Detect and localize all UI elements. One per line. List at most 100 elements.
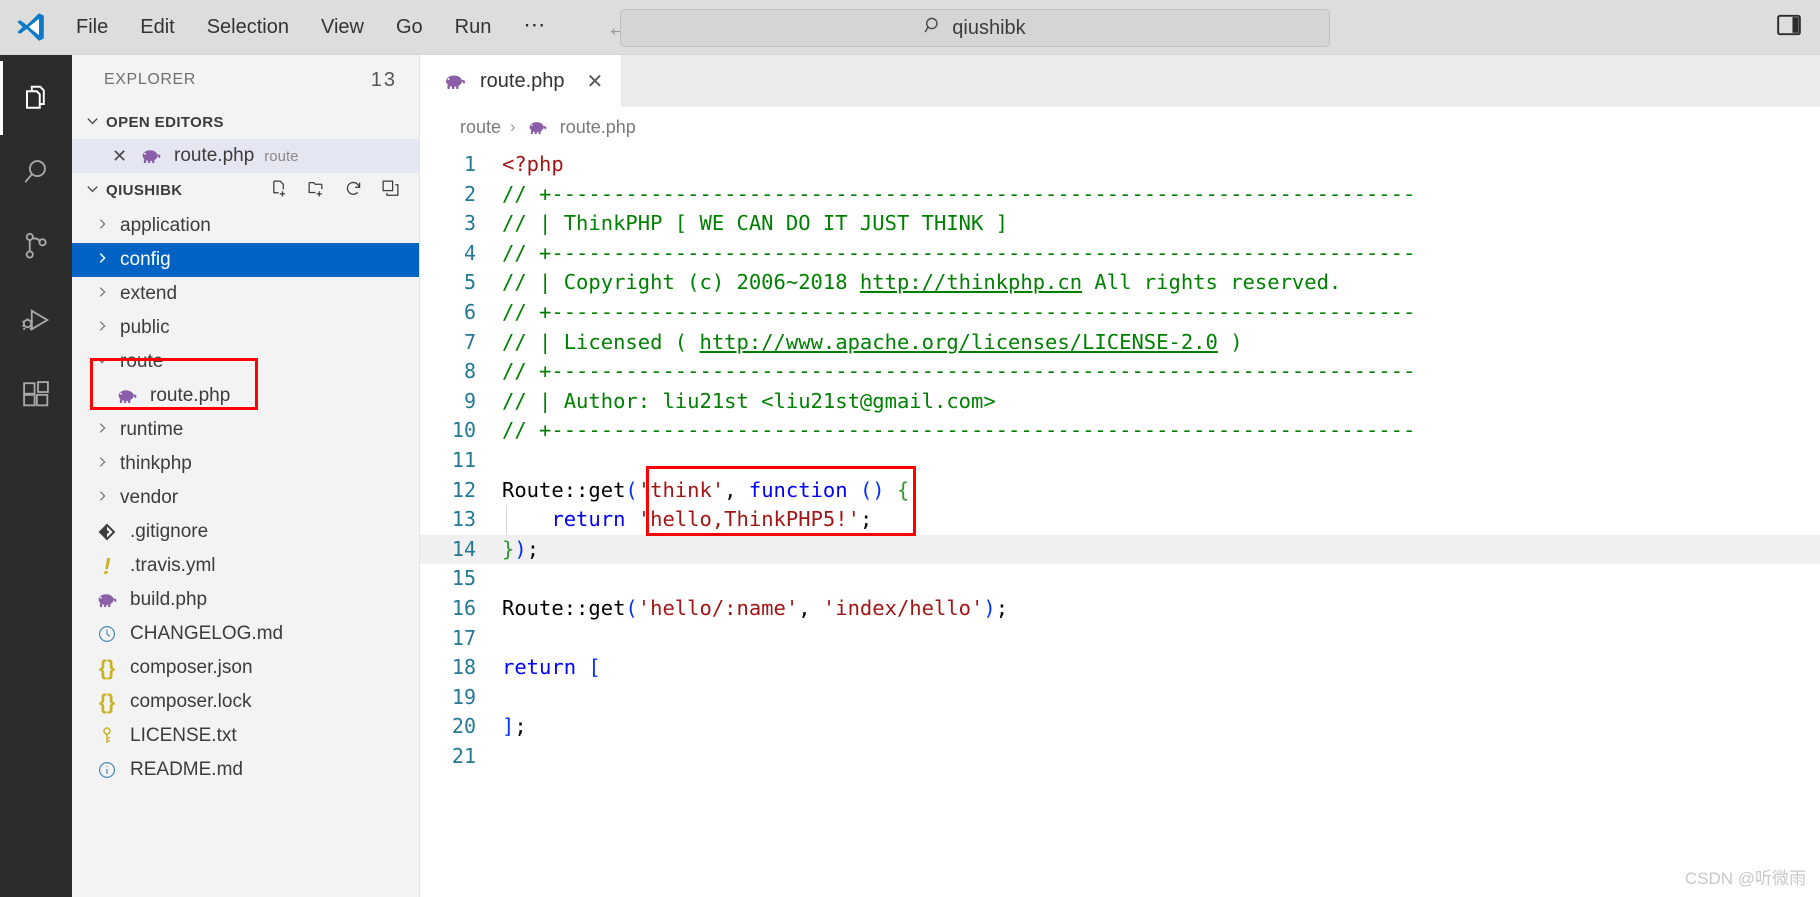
tree-item-public[interactable]: public (72, 311, 419, 345)
code-line[interactable]: 20]; (420, 712, 1820, 742)
tree-item-gitignore[interactable]: .gitignore (72, 515, 419, 549)
tree-item-license-txt[interactable]: LICENSE.txt (72, 719, 419, 753)
breadcrumb-folder[interactable]: route (460, 117, 501, 138)
token-cmt: // +------------------------------------… (502, 359, 1416, 384)
code-line[interactable]: 3 // | ThinkPHP [ WE CAN DO IT JUST THINK… (420, 209, 1820, 239)
open-editors-section-header[interactable]: OPEN EDITORS (72, 105, 419, 139)
token-pnc (848, 478, 860, 502)
activity-item-explorer[interactable] (0, 61, 72, 135)
token-kw: return (551, 507, 626, 532)
code-line[interactable]: 10 // +----------------------------------… (420, 416, 1820, 446)
menu-selection[interactable]: Selection (191, 11, 305, 44)
new-file-icon[interactable] (269, 178, 290, 203)
line-number: 13 (451, 507, 476, 532)
code-line[interactable]: 1 <?php (420, 150, 1820, 180)
ellipsis-icon[interactable]: 13 (371, 69, 397, 92)
code-line[interactable]: 17 (420, 624, 1820, 654)
menu-more[interactable]: ⋯ (507, 12, 563, 43)
tree-item-route-php[interactable]: route.php (72, 379, 419, 413)
code-line[interactable]: 5 // | Copyright (c) 2006~2018 http://thi… (420, 268, 1820, 298)
workspace-section-header[interactable]: QIUSHIBK (72, 173, 419, 207)
watermark: CSDN @听微雨 (1684, 869, 1806, 888)
tree-item-vendor[interactable]: vendor (72, 481, 419, 515)
explorer-sidebar: EXPLORER 13 OPEN EDITORS ✕ route.php rou… (72, 55, 420, 897)
tree-item-runtime[interactable]: runtime (72, 413, 419, 447)
tree-item-label: thinkphp (120, 453, 192, 474)
new-folder-icon[interactable] (306, 178, 327, 203)
open-editor-item-route-php[interactable]: ✕ route.php route (72, 139, 419, 173)
tree-item-route[interactable]: route (72, 345, 419, 379)
menu-edit[interactable]: Edit (124, 11, 190, 44)
code-line[interactable]: 12 Route::get('think', function () { (420, 476, 1820, 506)
code-line[interactable]: 13 return 'hello,ThinkPHP5!'; (420, 505, 1820, 535)
tree-item-config[interactable]: config (72, 243, 419, 277)
command-center-search[interactable]: qiushibk (620, 9, 1330, 47)
php-elephant-icon (525, 120, 551, 135)
code-editor[interactable]: 1 <?php 2 // +-----------------------------… (420, 147, 1820, 897)
refresh-icon[interactable] (343, 178, 364, 203)
menu-go[interactable]: Go (380, 11, 439, 44)
line-content: <?php (498, 150, 564, 180)
code-line[interactable]: 11 (420, 446, 1820, 476)
file-tree: application config extend public route r… (72, 207, 419, 787)
tree-item-extend[interactable]: extend (72, 277, 419, 311)
token-pnc: , (798, 595, 823, 620)
tree-item-build-php[interactable]: build.php (72, 583, 419, 617)
activity-item-search[interactable] (0, 135, 72, 209)
close-icon[interactable]: ✕ (587, 69, 604, 94)
tree-item-readme-md[interactable]: README.md (72, 753, 419, 787)
code-line[interactable]: 19 (420, 683, 1820, 713)
code-lines[interactable]: 1 <?php 2 // +-----------------------------… (420, 147, 1820, 771)
code-line[interactable]: 7 // | Licensed ( http://www.apache.org/l… (420, 328, 1820, 358)
token-cmt: ) (1217, 329, 1243, 354)
code-line[interactable]: 14}); (420, 534, 1820, 565)
php-elephant-icon (138, 148, 164, 164)
tree-item-changelog-md[interactable]: CHANGELOG.md (72, 617, 419, 651)
menu-bar: File Edit Selection View Go Run ⋯ (60, 11, 563, 44)
tree-item-application[interactable]: application (72, 209, 419, 243)
token-tag: <?php (502, 152, 564, 176)
menu-view[interactable]: View (305, 11, 380, 44)
code-line[interactable]: 2 // +-----------------------------------… (420, 180, 1820, 210)
activity-item-extensions[interactable] (0, 357, 72, 431)
code-line[interactable]: 4 // +-----------------------------------… (420, 239, 1820, 269)
activity-item-run-debug[interactable] (0, 283, 72, 357)
code-line[interactable]: 21 (420, 742, 1820, 772)
toggle-panel-icon[interactable] (1776, 12, 1802, 43)
token-brk: } (502, 536, 515, 561)
tree-item-label: .gitignore (130, 521, 209, 542)
token-par: ) (514, 536, 527, 561)
tree-item-label: extend (120, 283, 178, 304)
code-line[interactable]: 9 // | Author: liu21st <liu21st@gmail.com… (420, 387, 1820, 417)
tree-item-label: public (120, 317, 170, 338)
token-par: () (859, 477, 885, 502)
braces-icon: {} (98, 690, 116, 714)
tree-item-composer-json[interactable]: {} composer.json (72, 651, 419, 685)
menu-run[interactable]: Run (439, 11, 508, 44)
code-line[interactable]: 18 return [ (420, 653, 1820, 683)
code-line[interactable]: 6 // +-----------------------------------… (420, 298, 1820, 328)
tree-item-travis-yml[interactable]: ! .travis.yml (72, 549, 419, 583)
tree-item-thinkphp[interactable]: thinkphp (72, 447, 419, 481)
token-lnk[interactable]: http://thinkphp.cn (860, 270, 1082, 294)
line-number: 15 (451, 566, 476, 591)
activity-item-source-control[interactable] (0, 209, 72, 283)
code-line[interactable]: 8 // +-----------------------------------… (420, 357, 1820, 387)
line-content: Route::get('hello/:name', 'index/hello')… (498, 594, 1008, 624)
line-number: 8 (463, 359, 476, 384)
code-line[interactable]: 16 Route::get('hello/:name', 'index/hello… (420, 594, 1820, 624)
close-icon[interactable]: ✕ (112, 146, 128, 167)
code-line[interactable]: 15 (420, 564, 1820, 594)
editor-area: route.php ✕ route › route.php 1 <?php 2 … (420, 55, 1820, 897)
breadcrumb-file[interactable]: route.php (560, 117, 636, 138)
collapse-all-icon[interactable] (380, 178, 401, 203)
line-content: // +------------------------------------… (498, 357, 1415, 387)
menu-file[interactable]: File (60, 11, 124, 44)
tree-item-composer-lock[interactable]: {} composer.lock (72, 685, 419, 719)
explorer-header: EXPLORER 13 (72, 55, 419, 105)
tab-route-php[interactable]: route.php ✕ (420, 55, 623, 107)
line-content: }); (498, 535, 539, 565)
line-content: Route::get('think', function () { (498, 476, 909, 506)
token-lnk[interactable]: http://www.apache.org/licenses/LICENSE-2… (699, 330, 1217, 354)
indent-guide (506, 505, 507, 535)
